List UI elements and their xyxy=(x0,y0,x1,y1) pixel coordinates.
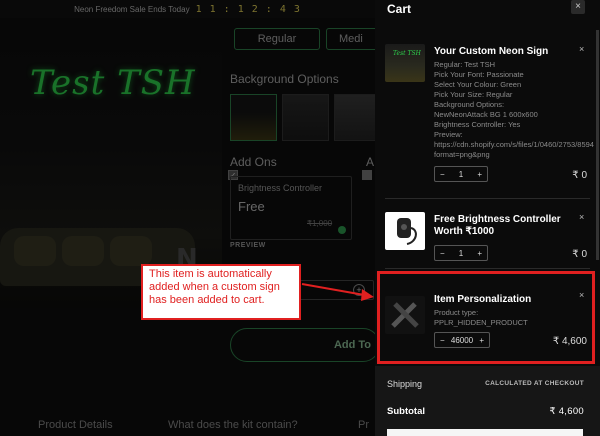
item-options: Regular: Test TSH Pick Your Font: Passio… xyxy=(434,60,599,160)
quantity-stepper[interactable]: − 1 + xyxy=(434,245,488,261)
quantity-value[interactable]: 1 xyxy=(459,249,463,258)
remove-item-icon[interactable]: × xyxy=(579,212,584,222)
annotation-callout: This item is automatically added when a … xyxy=(141,264,301,320)
thumbnail-neon-text: Test TSH xyxy=(393,50,421,57)
quantity-stepper[interactable]: − 1 + xyxy=(434,166,488,182)
item-option-line: Pick Your Size: Regular xyxy=(434,90,513,99)
minus-icon[interactable]: − xyxy=(440,170,445,179)
item-option-line: Select Your Colour: Green xyxy=(434,80,522,89)
item-option-line: Brightness Controller: Yes xyxy=(434,120,521,129)
arrow-icon xyxy=(301,283,374,301)
item-option-line: Preview: xyxy=(434,130,463,139)
close-icon[interactable]: × xyxy=(571,0,585,14)
quantity-value[interactable]: 1 xyxy=(459,170,463,179)
item-title[interactable]: Your Custom Neon Sign xyxy=(434,46,584,58)
item-divider xyxy=(385,268,590,269)
plus-icon[interactable]: + xyxy=(477,249,482,258)
item-title[interactable]: Free Brightness Controller Worth ₹1000 xyxy=(434,214,584,238)
subtotal-label: Subtotal xyxy=(387,406,425,417)
highlight-box xyxy=(377,271,595,364)
item-thumbnail: Test TSH xyxy=(385,44,425,82)
cart-title: Cart xyxy=(387,2,412,16)
item-divider xyxy=(385,198,590,199)
item-option-line: Background Options: xyxy=(434,100,505,109)
item-option-line: format=png&png xyxy=(434,150,490,159)
controller-image xyxy=(397,218,417,245)
item-price: ₹ 0 xyxy=(572,249,587,260)
item-option-line: Pick Your Font: Passionate xyxy=(434,70,524,79)
checkout-button[interactable] xyxy=(387,429,583,436)
minus-icon[interactable]: − xyxy=(440,249,445,258)
cart-summary: Shipping CALCULATED AT CHECKOUT Subtotal… xyxy=(375,366,600,436)
shipping-value: CALCULATED AT CHECKOUT xyxy=(485,380,584,387)
shipping-label: Shipping xyxy=(387,379,423,389)
item-price: ₹ 0 xyxy=(572,170,587,181)
subtotal-value: ₹ 4,600 xyxy=(549,406,584,417)
item-option-line: https://cdn.shopify.com/s/files/1/0460/2… xyxy=(434,140,594,149)
item-thumbnail xyxy=(385,212,425,250)
remove-item-icon[interactable]: × xyxy=(579,44,584,54)
item-option-line: NewNeonAttack BG 1 600x600 xyxy=(434,110,538,119)
plus-icon[interactable]: + xyxy=(477,170,482,179)
item-option-line: Regular: Test TSH xyxy=(434,60,495,69)
